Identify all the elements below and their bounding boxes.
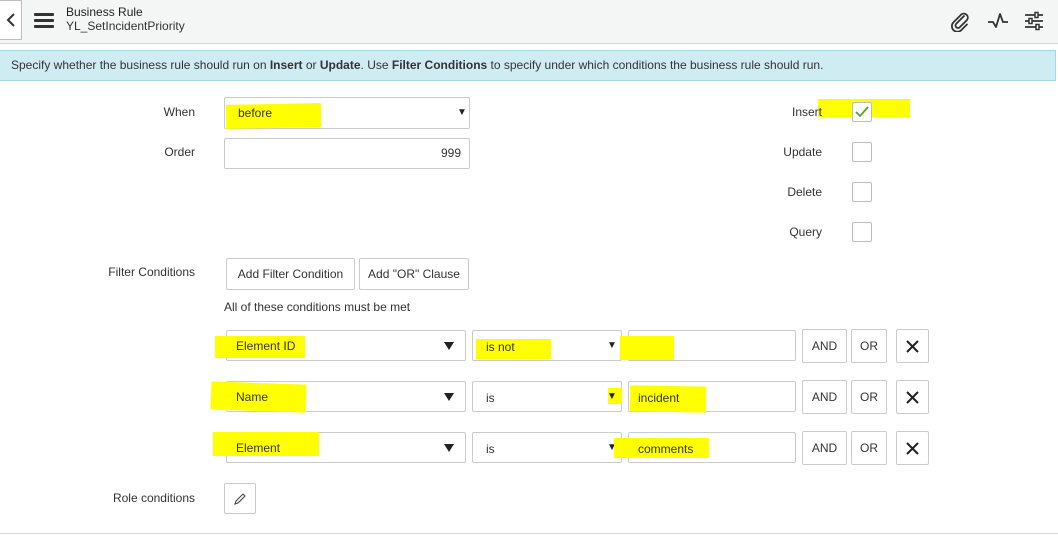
insert-checkbox[interactable] bbox=[852, 102, 872, 122]
dropdown-arrow-icon bbox=[444, 342, 454, 350]
delete-checkbox[interactable] bbox=[852, 182, 872, 202]
or-button[interactable]: OR bbox=[851, 380, 887, 414]
record-name: YL_SetIncidentPriority bbox=[66, 19, 185, 33]
info-message: Specify whether the business rule should… bbox=[0, 50, 1056, 81]
record-type: Business Rule bbox=[66, 5, 143, 19]
role-conditions-label: Role conditions bbox=[112, 491, 195, 505]
update-checkbox[interactable] bbox=[852, 142, 872, 162]
close-icon bbox=[906, 441, 919, 455]
dropdown-arrow-icon: ▼ bbox=[457, 107, 467, 118]
and-button[interactable]: AND bbox=[802, 431, 847, 465]
or-button[interactable]: OR bbox=[851, 329, 887, 363]
remove-condition-button[interactable] bbox=[896, 431, 929, 465]
and-button[interactable]: AND bbox=[802, 380, 847, 414]
chevron-left-icon bbox=[6, 13, 15, 27]
dropdown-arrow-icon bbox=[444, 444, 454, 452]
remove-condition-button[interactable] bbox=[896, 329, 929, 363]
delete-label: Delete bbox=[787, 185, 822, 199]
condition-field-value: Element bbox=[236, 441, 281, 455]
condition-field-value: Name bbox=[236, 390, 269, 404]
query-checkbox[interactable] bbox=[852, 222, 872, 242]
order-label: Order bbox=[164, 145, 195, 159]
when-value: before bbox=[238, 106, 273, 120]
update-label: Update bbox=[783, 145, 822, 159]
back-button[interactable] bbox=[0, 0, 22, 40]
close-icon bbox=[906, 339, 919, 353]
edit-role-conditions-button[interactable] bbox=[224, 483, 256, 514]
when-label: When bbox=[163, 105, 195, 119]
menu-icon[interactable] bbox=[34, 13, 54, 31]
order-value: 999 bbox=[440, 146, 461, 160]
condition-operator-value: is not bbox=[486, 340, 515, 354]
condition-value: incident bbox=[638, 391, 680, 405]
add-or-clause-button[interactable]: Add "OR" Clause bbox=[359, 258, 469, 290]
condition-operator-value: is bbox=[486, 391, 495, 405]
condition-operator-value: is bbox=[486, 442, 495, 456]
close-icon bbox=[906, 390, 919, 404]
divider bbox=[0, 533, 1058, 534]
add-filter-condition-button[interactable]: Add Filter Condition bbox=[226, 258, 355, 290]
form-header: Business Rule YL_SetIncidentPriority bbox=[0, 0, 1058, 44]
conditions-note: All of these conditions must be met bbox=[224, 300, 411, 314]
highlight-mark bbox=[620, 336, 674, 360]
insert-label: Insert bbox=[791, 105, 822, 119]
query-label: Query bbox=[789, 225, 822, 239]
paperclip-icon[interactable] bbox=[947, 8, 973, 34]
pencil-icon bbox=[234, 492, 246, 505]
dropdown-arrow-icon bbox=[444, 393, 454, 401]
condition-value: comments bbox=[638, 442, 694, 456]
checkmark-icon bbox=[855, 106, 869, 118]
activity-icon[interactable] bbox=[985, 8, 1011, 34]
remove-condition-button[interactable] bbox=[896, 380, 929, 414]
or-button[interactable]: OR bbox=[851, 431, 887, 465]
condition-field-value: Element ID bbox=[236, 339, 296, 353]
dropdown-arrow-icon: ▼ bbox=[607, 340, 617, 351]
and-button[interactable]: AND bbox=[802, 329, 847, 363]
settings-sliders-icon[interactable] bbox=[1021, 8, 1047, 34]
filter-conditions-label: Filter Conditions bbox=[108, 265, 195, 279]
dropdown-arrow-icon: ▼ bbox=[607, 391, 617, 402]
